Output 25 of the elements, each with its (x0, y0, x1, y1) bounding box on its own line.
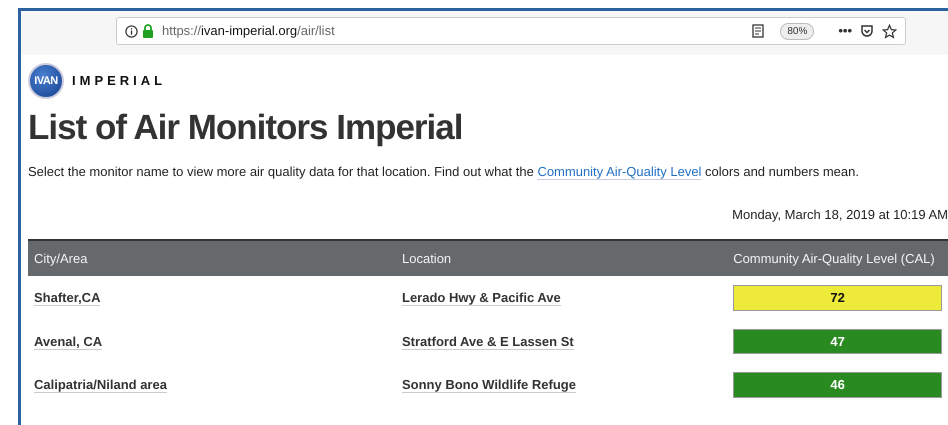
location-link[interactable]: Sonny Bono Wildlife Refuge (402, 377, 576, 393)
timestamp: Monday, March 18, 2019 at 10:19 AM (731, 206, 948, 224)
city-link[interactable]: Calipatria/Niland area (34, 377, 167, 393)
city-link[interactable]: Shafter,CA (34, 290, 100, 306)
location-link[interactable]: Lerado Hwy & Pacific Ave (402, 290, 561, 306)
cal-link[interactable]: Community Air-Quality Level (537, 164, 702, 180)
zoom-level[interactable]: 80% (780, 22, 814, 40)
cal-level-bar: 46 (733, 372, 942, 398)
column-header: Community Air-Quality Level (CAL) (727, 240, 948, 276)
pocket-icon[interactable] (860, 24, 874, 38)
cal-level-bar: 72 (733, 285, 942, 310)
star-icon[interactable] (882, 24, 897, 38)
column-header: Location (396, 240, 728, 276)
location-link[interactable]: Stratford Ave & E Lassen St (402, 334, 574, 350)
brand-name: IMPERIAL (72, 72, 166, 90)
info-icon[interactable] (125, 24, 138, 38)
intro-text: Select the monitor name to view more air quality data for that location. Find out what the Community Air-Quality Level colors and numbers mean. (28, 163, 860, 182)
menu-button[interactable]: ••• (838, 21, 852, 41)
city-link[interactable]: Avenal, CA (34, 334, 102, 350)
url-field[interactable]: https://ivan-imperial.org/air/list (162, 21, 335, 41)
page-title: List of Air Monitors Imperial (28, 107, 464, 149)
cal-level-bar: 47 (733, 328, 942, 354)
reader-view-icon[interactable] (752, 24, 764, 38)
column-header: City/Area (28, 240, 396, 276)
logo-badge[interactable]: IVAN (28, 63, 64, 99)
